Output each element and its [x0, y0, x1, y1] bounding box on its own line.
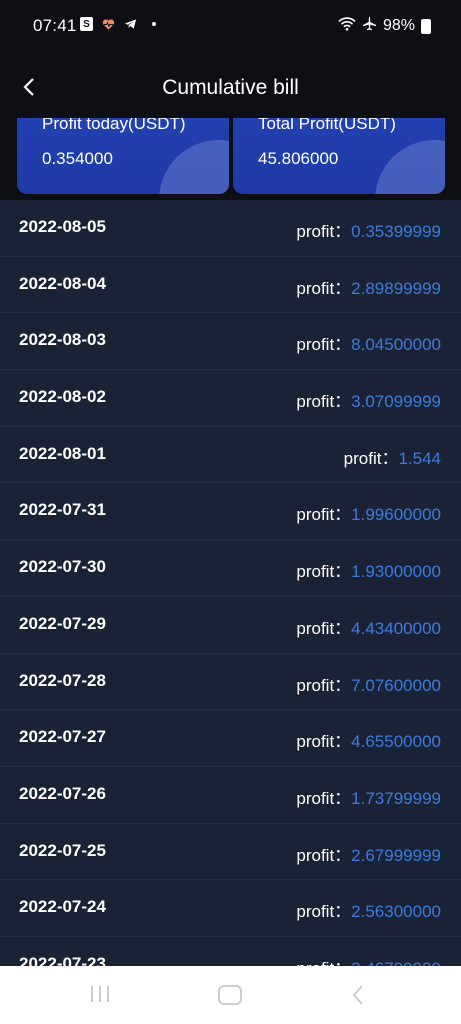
list-item: 2022-08-03 profit：8.04500000	[0, 313, 461, 371]
summary-cards: Profit today(USDT) 0.354000 Total Profit…	[0, 118, 461, 200]
dot-icon	[152, 22, 156, 26]
profit-value: 1.93000000	[351, 562, 441, 582]
profit-value: 8.04500000	[351, 335, 441, 355]
list-item: 2022-07-24 profit：2.56300000	[0, 880, 461, 937]
status-time: 07:41	[33, 16, 77, 35]
profit-label: profit：	[296, 335, 352, 355]
bill-profit: profit：1.93000000	[296, 557, 441, 582]
home-icon	[218, 985, 242, 1005]
bill-date: 2022-07-28	[19, 670, 106, 690]
page-title: Cumulative bill	[162, 76, 299, 99]
card-decoration	[375, 140, 445, 194]
profit-today-value: 0.354000	[42, 149, 113, 168]
list-item: 2022-07-27 profit：4.65500000	[0, 710, 461, 767]
profit-label: profit：	[296, 505, 352, 525]
heart-pulse-icon	[102, 17, 115, 31]
profit-label: profit：	[296, 902, 352, 922]
bill-date: 2022-07-26	[19, 783, 106, 803]
profit-label: profit：	[296, 788, 352, 808]
profit-today-label: Profit today(USDT)	[42, 118, 186, 133]
bill-date: 2022-08-02	[19, 387, 106, 407]
system-navigation-bar	[0, 966, 461, 1024]
bill-date: 2022-07-24	[19, 897, 106, 917]
bill-date: 2022-08-01	[19, 443, 106, 463]
bill-date: 2022-07-29	[19, 613, 106, 633]
total-profit-card: Total Profit(USDT) 45.806000	[233, 118, 445, 194]
bill-profit: profit：1.73799999	[296, 784, 441, 809]
list-item: 2022-08-01 profit：1.544	[0, 427, 461, 484]
airplane-icon	[362, 16, 377, 36]
recent-apps-icon	[91, 986, 109, 1002]
profit-label: profit：	[296, 222, 352, 241]
list-item: 2022-07-25 profit：2.67999999	[0, 824, 461, 881]
profit-value: 4.43400000	[351, 618, 441, 638]
back-nav-button[interactable]	[351, 984, 365, 1006]
bill-date: 2022-07-30	[19, 557, 106, 577]
battery-icon	[421, 18, 431, 34]
profit-value: 1.99600000	[351, 505, 441, 525]
profit-value: 4.65500000	[351, 732, 441, 752]
status-icons-left: S	[80, 17, 156, 31]
list-item: 2022-07-31 profit：1.99600000	[0, 483, 461, 541]
list-item: 2022-07-28 profit：7.07600000	[0, 654, 461, 711]
profit-label: profit：	[343, 448, 399, 468]
profit-label: profit：	[296, 562, 352, 582]
battery-percent: 98%	[382, 17, 415, 34]
telegram-icon	[124, 17, 137, 31]
card-decoration	[159, 140, 229, 194]
bill-date: 2022-08-05	[19, 217, 106, 236]
status-icons-right: 98%	[338, 16, 431, 36]
bill-date: 2022-07-31	[19, 500, 106, 520]
profit-label: profit：	[296, 845, 352, 865]
list-item: 2022-08-05 profit：0.35399999	[0, 200, 461, 257]
profit-today-card: Profit today(USDT) 0.354000	[17, 118, 229, 194]
total-profit-label: Total Profit(USDT)	[258, 118, 396, 133]
bill-date: 2022-07-25	[19, 840, 106, 860]
top-app-bar: Cumulative bill	[0, 52, 461, 118]
bill-profit: profit：1.544	[344, 444, 441, 469]
total-profit-value: 45.806000	[258, 149, 339, 168]
list-item: 2022-07-30 profit：1.93000000	[0, 540, 461, 597]
bill-date: 2022-08-03	[19, 330, 106, 350]
bill-profit: profit：2.67999999	[296, 841, 441, 866]
bill-profit: profit：0.35399999	[296, 217, 441, 242]
bill-profit: profit：7.07600000	[296, 671, 441, 696]
bill-profit: profit：8.04500000	[296, 330, 441, 355]
bill-profit: profit：2.56300000	[296, 897, 441, 922]
list-item: 2022-08-04 profit：2.89899999	[0, 257, 461, 314]
wifi-icon	[338, 16, 356, 36]
profit-label: profit：	[296, 675, 352, 695]
profit-value: 0.35399999	[351, 222, 441, 241]
recent-apps-button[interactable]	[89, 984, 111, 1004]
bill-profit: profit：1.99600000	[296, 500, 441, 525]
profit-label: profit：	[296, 732, 352, 752]
profit-value: 7.07600000	[351, 675, 441, 695]
list-item: 2022-07-29 profit：4.43400000	[0, 597, 461, 654]
shop-icon: S	[80, 17, 93, 31]
bill-list[interactable]: 2022-08-05 profit：0.35399999 2022-08-04 …	[0, 200, 461, 994]
profit-value: 1.73799999	[351, 788, 441, 808]
profit-value: 2.56300000	[351, 902, 441, 922]
profit-value: 1.544	[398, 448, 441, 468]
profit-label: profit：	[296, 618, 352, 638]
profit-value: 3.07099999	[351, 392, 441, 412]
bill-profit: profit：4.65500000	[296, 727, 441, 752]
profit-value: 2.89899999	[351, 278, 441, 298]
bill-profit: profit：2.89899999	[296, 274, 441, 299]
status-bar: 07:41 S 98%	[0, 0, 461, 52]
bill-profit: profit：4.43400000	[296, 614, 441, 639]
home-button[interactable]	[217, 984, 243, 1006]
bill-date: 2022-07-27	[19, 727, 106, 747]
bill-date: 2022-08-04	[19, 273, 106, 293]
back-nav-icon	[352, 985, 363, 1005]
profit-value: 2.67999999	[351, 845, 441, 865]
list-item: 2022-08-02 profit：3.07099999	[0, 370, 461, 427]
profit-label: profit：	[296, 392, 352, 412]
profit-label: profit：	[296, 278, 352, 298]
list-item: 2022-07-26 profit：1.73799999	[0, 767, 461, 824]
bill-profit: profit：3.07099999	[296, 387, 441, 412]
